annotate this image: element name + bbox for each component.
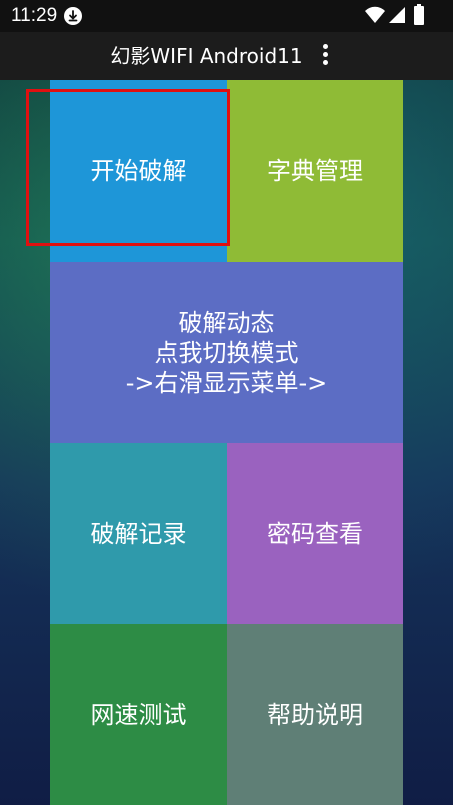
more-vert-icon[interactable] bbox=[318, 42, 332, 70]
crack-record-label: 破解记录 bbox=[90, 519, 187, 548]
dictionary-manage-label: 字典管理 bbox=[267, 157, 363, 185]
speed-test-button[interactable]: 网速测试 bbox=[50, 624, 227, 805]
password-view-label: 密码查看 bbox=[267, 519, 363, 548]
start-crack-button[interactable]: 开始破解 bbox=[50, 80, 227, 262]
crack-dynamic-button[interactable]: 破解动态 点我切换模式 ->右滑显示菜单-> bbox=[50, 262, 403, 443]
help-label: 帮助说明 bbox=[267, 700, 363, 729]
switch-mode-text: 点我切换模式 bbox=[154, 338, 299, 367]
help-button[interactable]: 帮助说明 bbox=[227, 624, 403, 805]
dictionary-manage-button[interactable]: 字典管理 bbox=[227, 80, 403, 262]
wifi-icon bbox=[365, 6, 385, 28]
status-bar: 11:29 bbox=[0, 0, 453, 32]
swipe-menu-hint: ->右滑显示菜单-> bbox=[125, 368, 328, 397]
speed-test-label: 网速测试 bbox=[90, 700, 187, 729]
battery-icon bbox=[413, 4, 425, 30]
password-view-button[interactable]: 密码查看 bbox=[227, 443, 403, 624]
app-title: 幻影WIFI Android11 bbox=[110, 44, 303, 68]
signal-icon bbox=[387, 6, 407, 28]
start-crack-label: 开始破解 bbox=[90, 157, 187, 185]
download-icon bbox=[64, 7, 82, 25]
status-time: 11:29 bbox=[11, 5, 58, 26]
crack-dynamic-title: 破解动态 bbox=[178, 308, 275, 337]
crack-record-button[interactable]: 破解记录 bbox=[50, 443, 227, 624]
app-title-bar: 幻影WIFI Android11 bbox=[0, 32, 453, 80]
